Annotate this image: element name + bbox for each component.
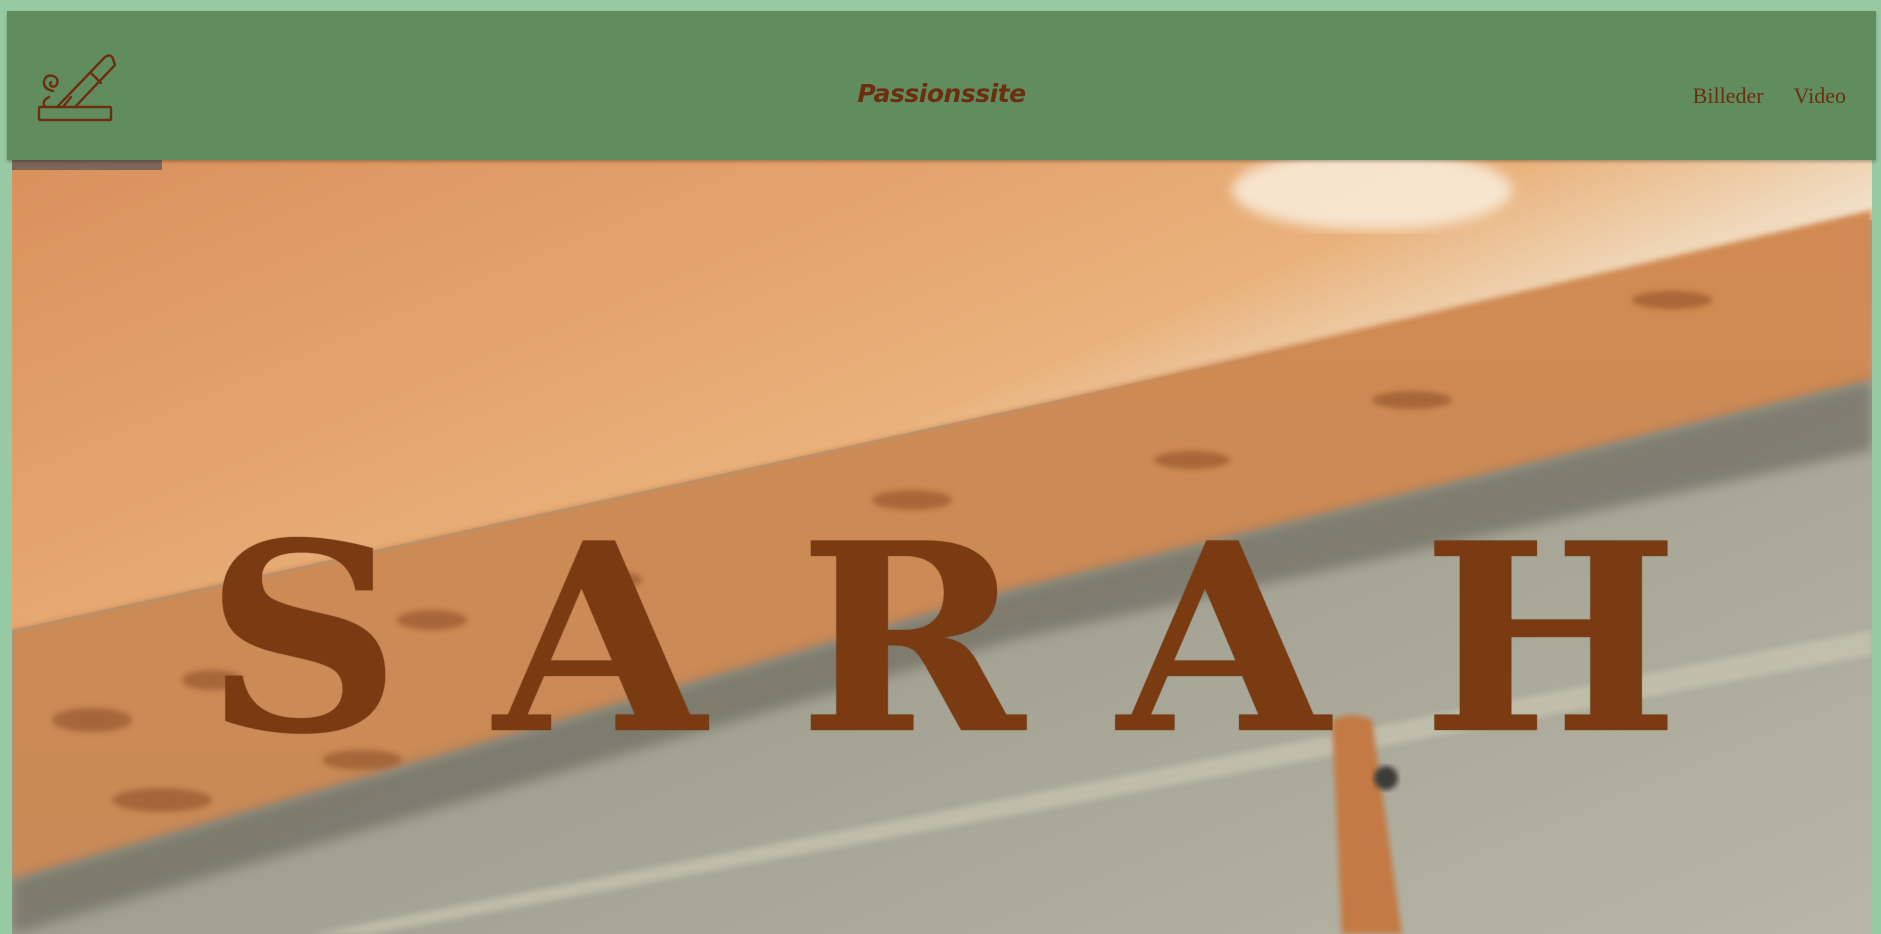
site-title: Passionssite: [857, 79, 1026, 108]
nav-link-video[interactable]: Video: [1794, 83, 1846, 109]
hero-title: SARAH: [204, 487, 1772, 792]
site-header: Passionssite Billeder Video: [7, 11, 1876, 160]
nav-link-billeder[interactable]: Billeder: [1693, 83, 1764, 109]
page: Passionssite Billeder Video SARAH: [0, 0, 1881, 934]
hero-banner: SARAH: [12, 160, 1872, 934]
main-nav: Billeder Video: [1693, 83, 1846, 109]
